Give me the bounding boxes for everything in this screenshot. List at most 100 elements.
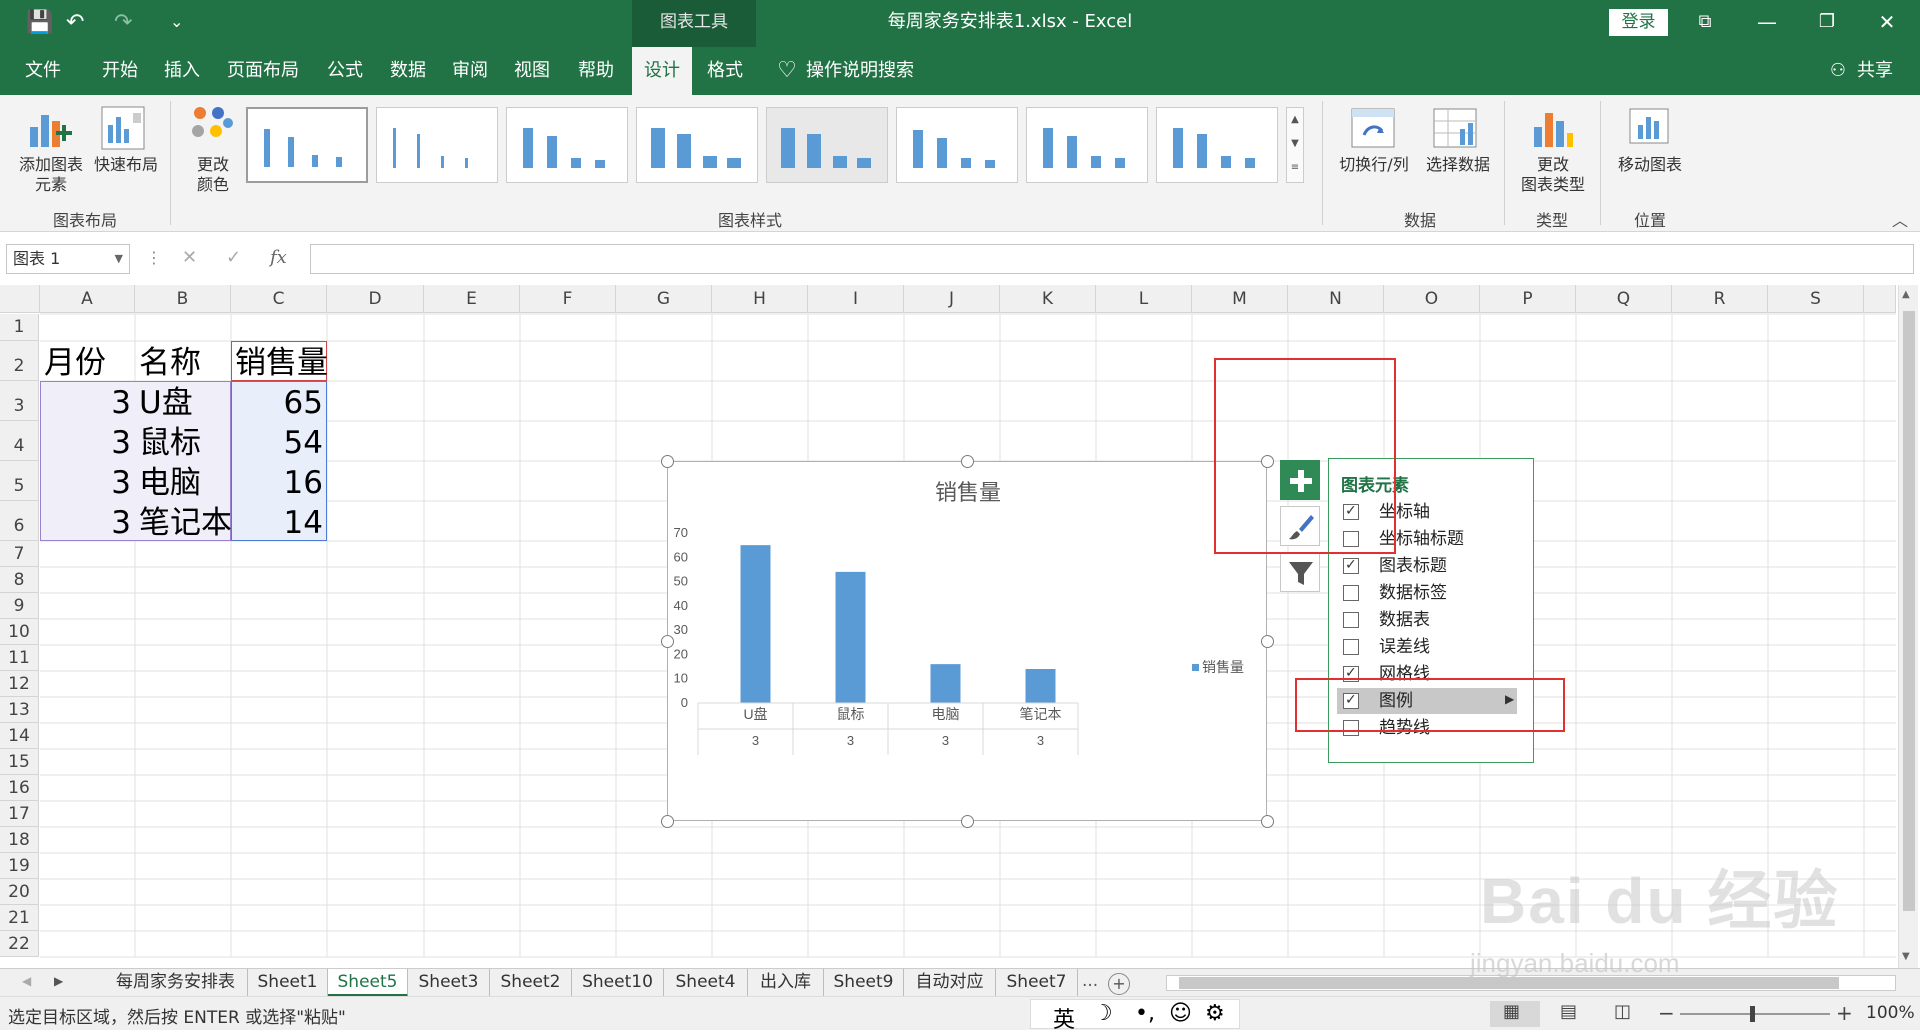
move-chart-button[interactable]: 移动图表 [1608,155,1692,175]
sheet-tab[interactable]: Sheet4 [664,969,748,997]
change-chart-type-button[interactable]: 更改 图表类型 [1508,155,1598,195]
add-sheet-icon[interactable]: + [1108,973,1130,995]
name-box[interactable]: 图表 1 ▼ [6,244,130,274]
bar[interactable] [930,664,961,703]
chart-style-5[interactable] [766,107,888,183]
row-header[interactable]: 10 [0,619,39,645]
chart-style-1[interactable] [246,107,368,183]
sheet-tab[interactable]: Sheet9 [824,969,904,997]
bar[interactable] [740,545,771,703]
quick-layout-button[interactable]: 快速布局 [86,155,166,175]
row-header[interactable]: 18 [0,827,39,853]
prev-sheet-icon[interactable]: ◀ [22,974,31,988]
chart-object[interactable]: 销售量 0 10 20 30 40 50 60 70 U盘 3 鼠标 3 电脑 3 笔记本 3 销售量 [667,461,1267,821]
resize-handle[interactable] [1261,815,1274,828]
sheet-tab[interactable]: Sheet1 [248,969,328,997]
column-header[interactable]: L [1096,285,1192,313]
table-cell[interactable]: U盘 [139,383,193,423]
element-option-error-bars[interactable]: 误差线 [1343,634,1523,660]
table-header[interactable]: 销售量 [235,343,328,383]
row-header[interactable]: 9 [0,593,39,619]
column-header[interactable]: C [231,285,327,313]
insert-function-icon[interactable]: fx [270,247,287,268]
sheet-tab[interactable]: Sheet2 [490,969,572,997]
table-cell[interactable]: 54 [231,423,323,463]
resize-handle[interactable] [1261,635,1274,648]
chart-style-7[interactable] [1026,107,1148,183]
row-header[interactable]: 19 [0,853,39,879]
element-option-data-table[interactable]: 数据表 [1343,607,1523,633]
table-header[interactable]: 名称 [139,343,201,383]
resize-handle[interactable] [961,455,974,468]
column-header[interactable]: M [1192,285,1288,313]
zoom-in-icon[interactable]: + [1836,1001,1853,1025]
restore-icon[interactable]: ❐ [1797,0,1857,44]
login-button[interactable]: 登录 [1609,9,1668,36]
more-sheets[interactable]: ... [1082,971,1098,991]
customize-qat-icon[interactable]: ⌄ [170,12,183,31]
checkbox-unchecked[interactable] [1343,639,1359,655]
save-icon[interactable]: 💾 [26,10,53,35]
row-header[interactable]: 15 [0,749,39,775]
chart-style-4[interactable] [636,107,758,183]
tab-file[interactable]: 文件 [10,47,76,95]
row-header[interactable]: 5 [0,461,39,501]
row-header[interactable]: 17 [0,801,39,827]
table-cell[interactable]: 3 [40,503,131,543]
tab-home[interactable]: 开始 [90,47,150,95]
sheet-tab[interactable]: Sheet10 [572,969,664,997]
zoom-slider-thumb[interactable] [1750,1006,1755,1022]
lightbulb-icon[interactable]: ♡ [772,47,802,95]
tab-insert[interactable]: 插入 [152,47,212,95]
table-cell[interactable]: 笔记本 [139,503,232,543]
close-icon[interactable]: ✕ [1857,0,1917,44]
checkbox-unchecked[interactable] [1343,612,1359,628]
zoom-level[interactable]: 100% [1866,1003,1915,1023]
row-header[interactable]: 11 [0,645,39,671]
sheet-tab[interactable]: Sheet7 [996,969,1078,997]
resize-handle[interactable] [661,635,674,648]
page-break-view-icon[interactable]: ◫ [1614,1001,1631,1022]
chart-style-8[interactable] [1156,107,1278,183]
undo-icon[interactable]: ↶ [66,10,84,35]
chart-style-2[interactable] [376,107,498,183]
column-header[interactable]: R [1672,285,1768,313]
resize-handle[interactable] [661,815,674,828]
emoji-icon[interactable]: ☺ [1169,1001,1192,1026]
zoom-slider[interactable] [1680,1013,1830,1015]
sheet-tab-active[interactable]: Sheet5 [328,969,408,997]
add-chart-element-button[interactable]: 添加图表 元素 [6,155,96,195]
row-header[interactable]: 2 [0,341,39,381]
row-header[interactable]: 4 [0,421,39,461]
column-header[interactable]: G [616,285,712,313]
tab-review[interactable]: 审阅 [440,47,500,95]
tab-help[interactable]: 帮助 [566,47,626,95]
redo-icon[interactable]: ↷ [114,10,132,35]
ime-language[interactable]: 英 [1053,1002,1075,1034]
sheet-tab[interactable]: 每周家务安排表 [104,969,248,997]
minimize-icon[interactable]: — [1737,0,1797,44]
row-header[interactable]: 6 [0,501,39,541]
next-sheet-icon[interactable]: ▶ [54,974,63,988]
row-header[interactable]: 16 [0,775,39,801]
chart-style-6[interactable] [896,107,1018,183]
table-cell[interactable]: 3 [40,423,131,463]
resize-handle[interactable] [961,815,974,828]
chart-style-3[interactable] [506,107,628,183]
row-header[interactable]: 14 [0,723,39,749]
tab-formulas[interactable]: 公式 [314,47,376,95]
tab-format[interactable]: 格式 [694,47,756,95]
punctuation-icon[interactable]: •, [1135,1001,1155,1026]
column-header[interactable]: J [904,285,1000,313]
table-cell[interactable]: 3 [40,463,131,503]
share-button[interactable]: 共享 [1850,47,1900,95]
column-header[interactable]: Q [1576,285,1672,313]
table-cell[interactable]: 电脑 [139,463,201,503]
column-header[interactable]: I [808,285,904,313]
row-header[interactable]: 7 [0,541,39,567]
table-cell[interactable]: 65 [231,383,323,423]
switch-row-column-button[interactable]: 切换行/列 [1332,155,1416,175]
chart-filters-button[interactable] [1280,552,1320,592]
bar[interactable] [835,571,866,703]
row-header[interactable]: 22 [0,931,39,957]
